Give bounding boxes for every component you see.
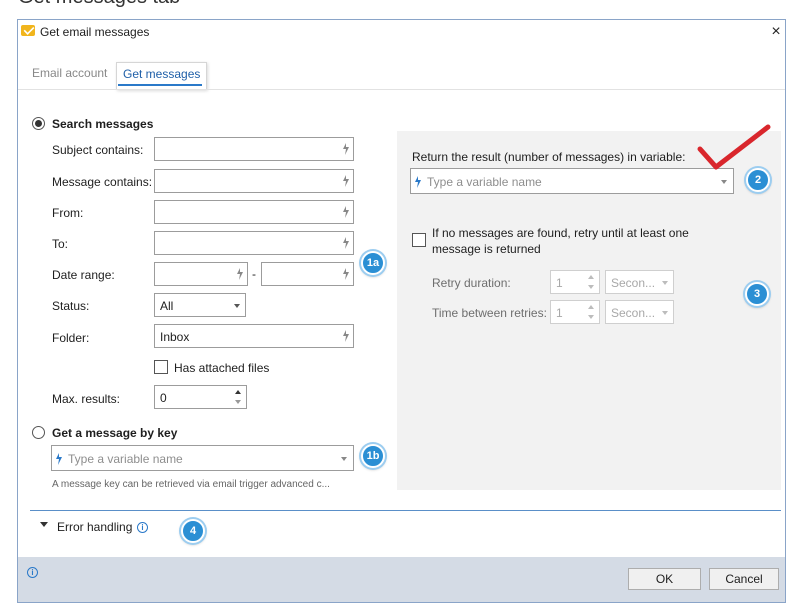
error-handling-toggle[interactable]: Error handling xyxy=(57,520,132,534)
to-input[interactable] xyxy=(154,231,354,255)
close-button[interactable]: × xyxy=(767,22,785,42)
retry-duration-value: 1 xyxy=(556,276,563,290)
max-results-label: Max. results: xyxy=(52,392,121,406)
window-title: Get email messages xyxy=(40,25,150,39)
flash-icon xyxy=(343,175,349,187)
chevron-down-icon xyxy=(721,180,727,184)
email-app-icon xyxy=(21,25,35,36)
title-bar: Get email messages × xyxy=(18,20,785,44)
get-by-key-radio[interactable] xyxy=(32,426,45,439)
to-label: To: xyxy=(52,237,69,251)
flash-icon xyxy=(343,330,349,342)
subject-label: Subject contains: xyxy=(52,143,144,157)
chevron-down-icon xyxy=(662,281,668,285)
callout-badge-1b: 1b xyxy=(361,444,385,468)
time-between-retries-stepper[interactable]: 1 xyxy=(550,300,600,324)
page-caption: Get messages tab xyxy=(18,0,180,9)
result-variable-label: Return the result (number of messages) i… xyxy=(412,150,686,164)
message-label: Message contains: xyxy=(52,175,153,189)
get-by-key-label: Get a message by key xyxy=(52,426,178,440)
folder-label: Folder: xyxy=(52,331,90,345)
flash-icon xyxy=(343,206,349,218)
callout-badge-3: 3 xyxy=(745,282,769,306)
max-results-value: 0 xyxy=(160,391,167,405)
decrement-icon[interactable] xyxy=(585,312,597,322)
retry-duration-unit: Secon... xyxy=(611,276,656,290)
flash-icon xyxy=(56,453,62,465)
date-to-input[interactable] xyxy=(261,262,354,286)
cancel-button[interactable]: Cancel xyxy=(709,568,779,590)
flash-icon xyxy=(343,237,349,249)
message-key-hint: A message key can be retrieved via email… xyxy=(52,479,330,490)
retry-checkbox[interactable] xyxy=(412,233,426,247)
retry-label-line2: message is returned xyxy=(432,242,541,256)
status-select[interactable]: All xyxy=(154,293,246,317)
section-divider xyxy=(30,510,781,511)
chevron-down-icon xyxy=(341,457,347,461)
callout-badge-1a: 1a xyxy=(361,251,385,275)
folder-value: Inbox xyxy=(160,330,190,344)
time-between-retries-label: Time between retries: xyxy=(432,306,547,320)
tab-email-account[interactable]: Email account xyxy=(26,62,113,90)
folder-input[interactable]: Inbox xyxy=(154,324,354,348)
time-between-retries-unit: Secon... xyxy=(611,306,656,320)
chevron-down-icon xyxy=(234,304,240,308)
info-icon[interactable]: i xyxy=(27,567,38,578)
message-key-placeholder: Type a variable name xyxy=(68,452,183,466)
decrement-icon[interactable] xyxy=(232,397,244,407)
increment-icon[interactable] xyxy=(232,387,244,397)
get-email-messages-dialog: Get email messages × Email account Get m… xyxy=(17,19,786,603)
chevron-down-icon xyxy=(662,311,668,315)
date-range-label: Date range: xyxy=(52,268,115,282)
tab-separator xyxy=(18,89,785,90)
decrement-icon[interactable] xyxy=(585,282,597,292)
status-label: Status: xyxy=(52,299,90,313)
retry-duration-label: Retry duration: xyxy=(432,276,511,290)
message-input[interactable] xyxy=(154,169,354,193)
callout-badge-4: 4 xyxy=(181,519,205,543)
search-messages-radio[interactable] xyxy=(32,117,45,130)
result-variable-input[interactable]: Type a variable name xyxy=(410,168,734,194)
from-label: From: xyxy=(52,206,84,220)
ok-button[interactable]: OK xyxy=(628,568,701,590)
increment-icon[interactable] xyxy=(585,302,597,312)
result-variable-placeholder: Type a variable name xyxy=(427,175,542,189)
time-between-retries-value: 1 xyxy=(556,306,563,320)
flash-icon xyxy=(343,268,349,280)
max-results-stepper[interactable]: 0 xyxy=(154,385,247,409)
flash-icon xyxy=(343,143,349,155)
date-from-input[interactable] xyxy=(154,262,248,286)
retry-duration-unit-select[interactable]: Secon... xyxy=(605,270,674,294)
flash-icon xyxy=(415,176,421,188)
info-icon[interactable]: i xyxy=(137,522,148,533)
red-checkmark-icon xyxy=(697,124,771,170)
from-input[interactable] xyxy=(154,200,354,224)
has-attached-files-checkbox[interactable] xyxy=(154,360,168,374)
search-messages-label: Search messages xyxy=(52,117,154,131)
has-attached-files-label: Has attached files xyxy=(174,361,270,375)
subject-input[interactable] xyxy=(154,137,354,161)
status-value: All xyxy=(160,299,174,313)
chevron-down-icon[interactable] xyxy=(40,522,48,527)
date-range-separator: - xyxy=(252,267,256,281)
time-between-retries-unit-select[interactable]: Secon... xyxy=(605,300,674,324)
active-tab-indicator xyxy=(118,84,202,86)
increment-icon[interactable] xyxy=(585,272,597,282)
flash-icon xyxy=(237,268,243,280)
retry-duration-stepper[interactable]: 1 xyxy=(550,270,600,294)
message-key-input[interactable]: Type a variable name xyxy=(51,445,354,471)
retry-label-line1: If no messages are found, retry until at… xyxy=(432,226,689,240)
